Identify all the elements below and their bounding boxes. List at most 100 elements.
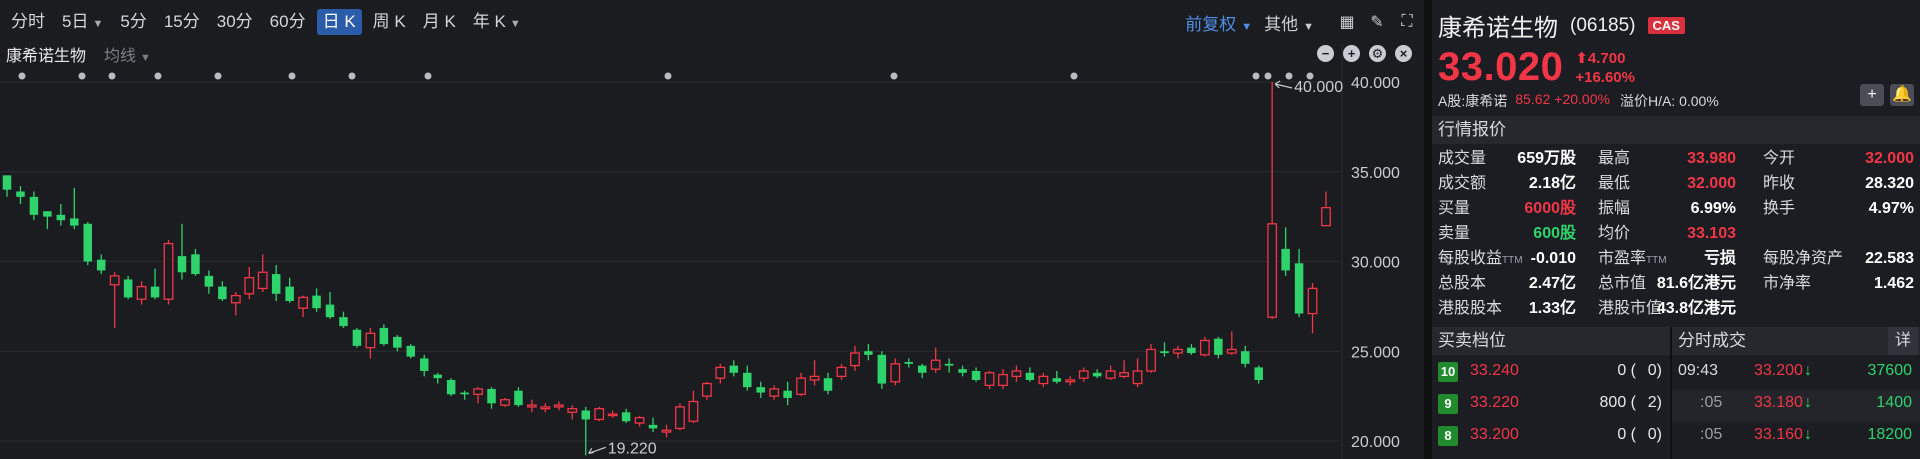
candle-body[interactable] (204, 275, 214, 287)
candle-body[interactable] (1199, 339, 1210, 356)
candle-body[interactable] (56, 214, 66, 221)
candle-body[interactable] (460, 392, 469, 395)
candle-body[interactable] (1092, 372, 1102, 377)
period-tab[interactable]: 日 K (316, 9, 362, 35)
event-dot[interactable] (1285, 72, 1293, 80)
candle-body[interactable] (756, 387, 765, 393)
event-dot[interactable] (348, 72, 356, 80)
candle-body[interactable] (877, 354, 887, 384)
candle-body[interactable] (864, 351, 873, 355)
candle-body[interactable] (177, 256, 187, 273)
candle-body[interactable] (285, 286, 294, 301)
candle-body[interactable] (594, 408, 605, 421)
candle-body[interactable] (944, 363, 954, 366)
candle-body[interactable] (1132, 370, 1143, 385)
collapse-icon[interactable]: − (1317, 45, 1334, 62)
candle-body[interactable] (1160, 351, 1169, 354)
candle-body[interactable] (850, 352, 860, 367)
candle-body[interactable] (984, 372, 995, 387)
period-tab[interactable]: 5分 (114, 9, 152, 35)
pane-divider[interactable] (1424, 0, 1432, 459)
fullscreen-icon[interactable]: ⛶ (1394, 13, 1420, 31)
candle-body[interactable] (1011, 370, 1022, 378)
candle-body[interactable] (83, 223, 93, 262)
candle-body[interactable] (567, 408, 578, 413)
candle-body[interactable] (1226, 348, 1237, 354)
candle-body[interactable] (648, 424, 658, 429)
candle-body[interactable] (379, 327, 389, 345)
period-tab[interactable]: 15分 (158, 9, 206, 35)
candle-body[interactable] (783, 390, 792, 398)
candle-body[interactable] (1294, 263, 1304, 314)
candle-body[interactable] (1146, 348, 1156, 372)
draw-pen-icon[interactable]: ✎ (1364, 12, 1390, 32)
candle-body[interactable] (1307, 287, 1318, 315)
orderbook-row[interactable]: 9 33.220 800 (2) (1438, 390, 1666, 422)
event-dot[interactable] (424, 72, 432, 80)
event-dot[interactable] (18, 72, 26, 80)
candle-body[interactable] (339, 317, 348, 327)
candle-body[interactable] (163, 242, 174, 300)
candle-body[interactable] (29, 196, 39, 215)
candle-body[interactable] (325, 304, 335, 318)
candle-body[interactable] (796, 377, 806, 395)
candle-body[interactable] (1105, 370, 1116, 379)
ma-dropdown[interactable]: 均线 ▼ (104, 42, 151, 66)
candle-body[interactable] (607, 413, 618, 417)
event-dot[interactable] (890, 72, 898, 80)
candle-body[interactable] (1038, 375, 1049, 385)
candle-body[interactable] (917, 365, 927, 373)
candle-body[interactable] (1254, 367, 1263, 380)
candle-body[interactable] (244, 277, 255, 295)
event-dot[interactable] (664, 72, 672, 80)
candle-body[interactable] (809, 375, 820, 381)
candle-body[interactable] (230, 294, 241, 304)
candle-body[interactable] (1267, 223, 1278, 318)
alert-bell-icon[interactable]: 🔔 (1890, 84, 1914, 106)
candle-body[interactable] (487, 388, 496, 404)
add-watchlist-icon[interactable]: + (1860, 84, 1884, 106)
candle-body[interactable] (218, 286, 227, 300)
candle-body[interactable] (581, 410, 590, 420)
event-dot[interactable] (1252, 72, 1260, 80)
trades-detail-button[interactable]: 详 (1888, 327, 1918, 355)
candle-body[interactable] (312, 295, 321, 309)
candle-body[interactable] (298, 296, 309, 309)
candle-body[interactable] (393, 336, 402, 348)
candle-body[interactable] (1187, 347, 1196, 354)
candle-body[interactable] (527, 404, 537, 408)
candle-body[interactable] (352, 329, 362, 346)
period-tab[interactable]: 60分 (264, 9, 312, 35)
orderbook-row[interactable]: 8 33.200 0 (0) (1438, 422, 1666, 454)
candle-body[interactable] (958, 369, 967, 373)
candle-body[interactable] (446, 379, 456, 395)
period-tab[interactable]: 5日 ▼ (56, 9, 109, 35)
candle-body[interactable] (836, 366, 847, 378)
orderbook-row[interactable]: 10 33.240 0 (0) (1438, 358, 1666, 390)
other-dropdown[interactable]: 其他 ▼ (1264, 10, 1314, 35)
candle-body[interactable] (2, 175, 12, 190)
candle-body[interactable] (1119, 372, 1130, 378)
event-dot[interactable] (1264, 72, 1272, 80)
candle-body[interactable] (553, 404, 564, 408)
candle-body[interactable] (769, 388, 780, 397)
candle-body[interactable] (743, 372, 752, 388)
candle-body[interactable] (1052, 378, 1062, 382)
candle-body[interactable] (43, 211, 52, 217)
candle-body[interactable] (1240, 351, 1250, 364)
candle-body[interactable] (1078, 370, 1089, 379)
candle-body[interactable] (634, 417, 645, 424)
candle-body[interactable] (1214, 338, 1223, 355)
candle-body[interactable] (473, 388, 483, 395)
candle-body[interactable] (540, 406, 551, 410)
candle-body[interactable] (96, 259, 106, 271)
cas-badge[interactable]: CAS (1647, 17, 1685, 34)
kline-chart[interactable]: 40.000 35.000 30.000 25.000 20.000 40.000 19.2… (0, 0, 1424, 459)
candle-body[interactable] (271, 274, 281, 294)
candle-body[interactable] (1065, 379, 1076, 383)
candle-body[interactable] (1025, 372, 1035, 380)
event-dot[interactable] (214, 72, 222, 80)
candle-body[interactable] (433, 374, 442, 379)
candle-body[interactable] (191, 254, 200, 275)
candle-body[interactable] (123, 279, 133, 298)
